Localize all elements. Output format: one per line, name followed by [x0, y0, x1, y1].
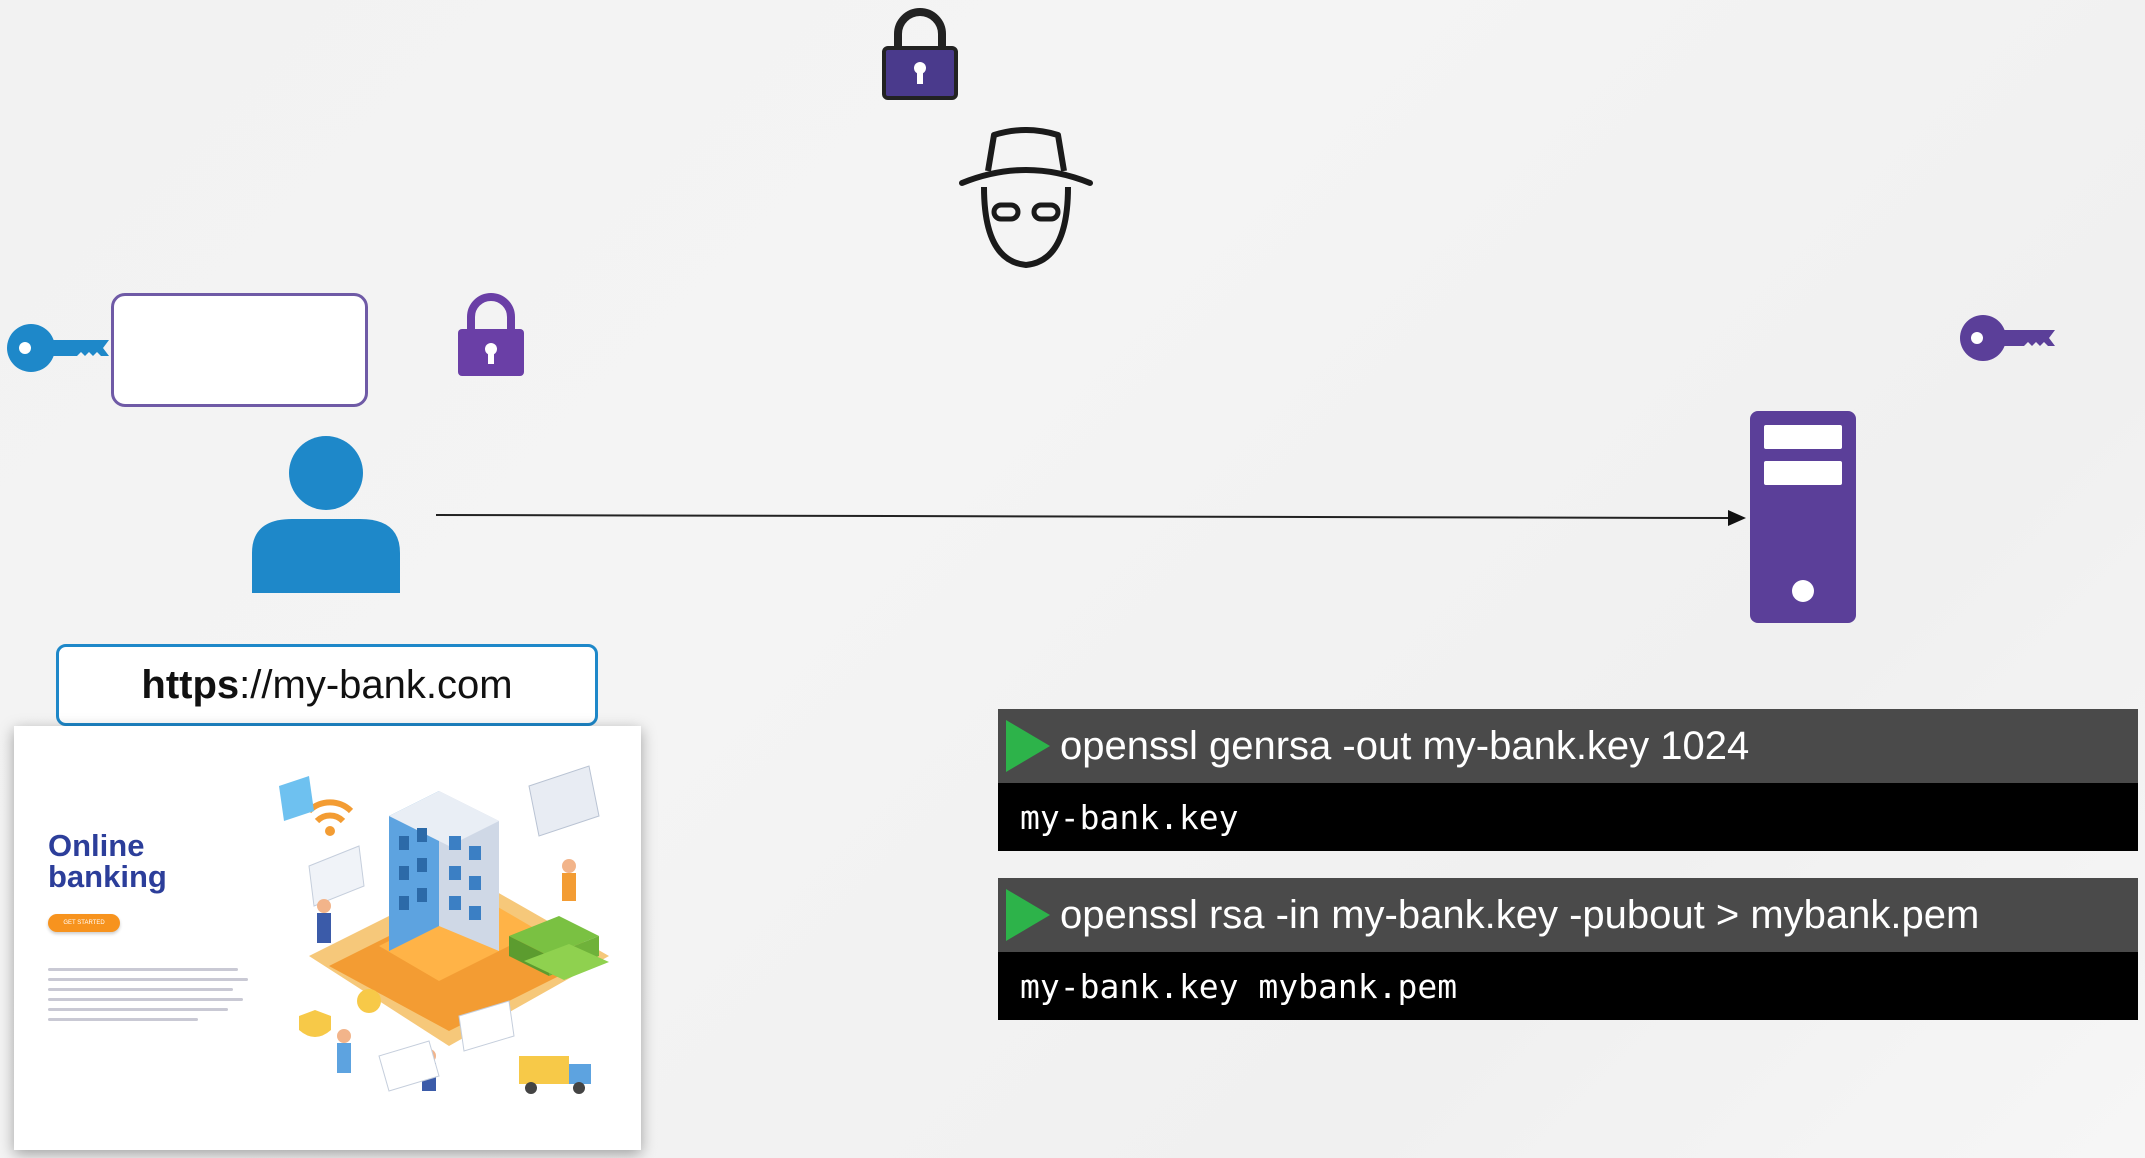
terminal-output: my-bank.key mybank.pem [998, 952, 2138, 1020]
url-scheme: https [141, 662, 240, 707]
text-line [48, 978, 248, 981]
terminal-command-bar: openssl rsa -in my-bank.key -pubout > my… [998, 878, 2138, 952]
request-arrow [436, 510, 1746, 526]
terminal-block: openssl rsa -in my-bank.key -pubout > my… [998, 878, 2138, 1020]
get-started-button[interactable]: GET STARTED [48, 914, 120, 932]
text-line [48, 1018, 198, 1021]
terminal-block: openssl genrsa -out my-bank.key 1024 my-… [998, 709, 2138, 851]
key-icon [1960, 315, 2055, 361]
terminal-command-bar: openssl genrsa -out my-bank.key 1024 [998, 709, 2138, 783]
bank-website-preview: Online banking GET STARTED [14, 726, 641, 1150]
bank-illustration [279, 765, 609, 1094]
server-icon [1750, 411, 1856, 623]
hacker-icon [959, 127, 1093, 269]
key-icon [7, 324, 109, 372]
terminal-output-text: my-bank.key mybank.pem [1020, 966, 1458, 1006]
terminal-command: openssl genrsa -out my-bank.key 1024 [1060, 723, 1750, 768]
get-started-label: GET STARTED [63, 920, 105, 926]
padlock-icon [882, 8, 958, 100]
terminal-output: my-bank.key [998, 783, 2138, 851]
user-icon [252, 436, 400, 593]
url-rest: ://my-bank.com [239, 662, 513, 707]
website-title: Online banking [48, 828, 167, 894]
text-line [48, 1008, 228, 1011]
play-icon [1006, 720, 1050, 772]
play-icon [1006, 889, 1050, 941]
terminal-output-text: my-bank.key [1020, 797, 1239, 837]
message-box [111, 293, 368, 407]
terminal-command: openssl rsa -in my-bank.key -pubout > my… [1060, 892, 1980, 937]
padlock-icon [458, 293, 524, 376]
text-line [48, 968, 238, 971]
text-line [48, 998, 243, 1001]
text-line [48, 988, 233, 991]
url-bar[interactable]: https://my-bank.com [56, 644, 598, 726]
